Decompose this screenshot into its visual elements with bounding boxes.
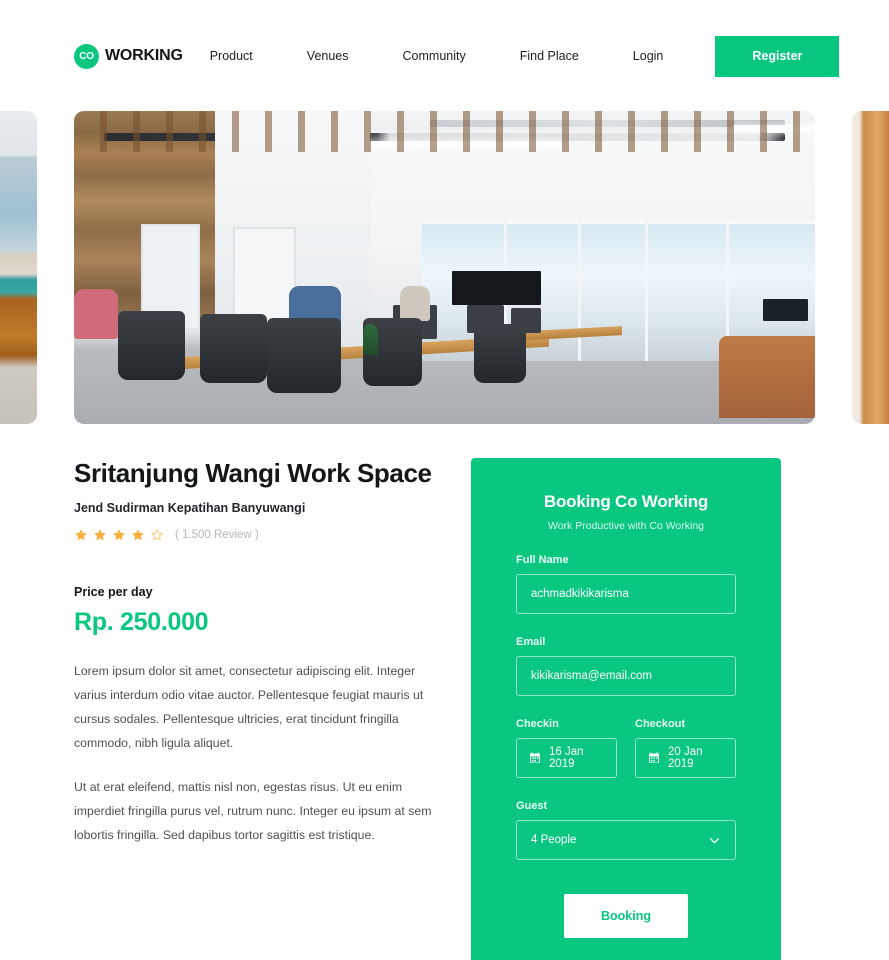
- brand-name: WORKING: [105, 47, 183, 64]
- venue-image-carousel: [0, 111, 889, 426]
- price-value: Rp. 250.000: [74, 608, 209, 637]
- nav-item-login[interactable]: Login: [606, 49, 691, 63]
- office-lounge-photo: [0, 111, 37, 424]
- person-detail: [74, 289, 119, 340]
- office-chair-detail: [199, 314, 267, 384]
- checkout-label: Checkout: [635, 718, 686, 730]
- register-button[interactable]: Register: [715, 35, 840, 77]
- office-chair-detail: [266, 317, 341, 393]
- nav-item-find-place[interactable]: Find Place: [493, 49, 606, 63]
- email-label: Email: [516, 636, 546, 648]
- ceiling-light-detail: [237, 140, 564, 149]
- rating-row: ( 1.500 Review ): [74, 528, 434, 542]
- checkout-date-picker[interactable]: 20 Jan 2019: [635, 738, 736, 778]
- checkin-field-group: Checkin 16 Jan 2019: [516, 718, 617, 778]
- wall-monitor-detail: [451, 270, 541, 306]
- venue-description-paragraph-1: Lorem ipsum dolor sit amet, consectetur …: [74, 664, 424, 751]
- wooden-interior-photo: [852, 111, 889, 424]
- fullname-field-group: Full Name: [516, 554, 736, 614]
- booking-submit-button[interactable]: Booking: [564, 894, 688, 938]
- guest-selected-value: 4 People: [531, 834, 577, 846]
- ceiling-light-secondary-detail: [733, 125, 815, 132]
- glass-mullion-detail: [644, 220, 648, 362]
- booking-form-subtitle: Work Productive with Co Working: [548, 520, 704, 532]
- office-chair-detail: [118, 311, 186, 381]
- site-header: CO WORKING Product Venues Community Find…: [0, 0, 889, 112]
- page-title: Sritanjung Wangi Work Space: [74, 458, 432, 488]
- star-filled-icon: [113, 529, 125, 541]
- checkout-date-value: 20 Jan 2019: [668, 746, 703, 770]
- carousel-prev-image[interactable]: [0, 111, 37, 424]
- star-empty-icon: [150, 528, 164, 541]
- leather-sofa-detail: [718, 336, 815, 418]
- price-label: Price per day: [74, 585, 153, 600]
- guest-select[interactable]: 4 People: [516, 820, 736, 860]
- nav-item-community[interactable]: Community: [376, 49, 493, 63]
- wall-monitor-secondary-detail: [763, 298, 808, 321]
- coworking-open-office-photo: [74, 111, 815, 424]
- carousel-main-image[interactable]: [74, 111, 815, 424]
- email-field-group: Email: [516, 636, 736, 696]
- booking-form-title: Booking Co Working: [543, 492, 709, 511]
- person-detail: [400, 286, 430, 321]
- ceiling-pipe-detail: [103, 132, 786, 141]
- venue-address: Jend Sudirman Kepatihan Banyuwangi: [74, 501, 306, 516]
- calendar-icon: [649, 752, 659, 763]
- email-input[interactable]: [516, 656, 736, 696]
- date-range-group: Checkin 16 Jan 2019 Checkout 20 Jan 2019: [516, 718, 736, 778]
- star-filled-icon: [75, 529, 87, 541]
- logo-circle-icon: CO: [74, 43, 99, 69]
- venue-details: Sritanjung Wangi Work Space Jend Sudirma…: [74, 458, 434, 960]
- venue-description-paragraph-2: Ut at erat eleifend, mattis nisl non, eg…: [74, 780, 432, 842]
- review-count: ( 1.500 Review ): [175, 529, 259, 542]
- star-filled-icon: [132, 529, 144, 541]
- fullname-input[interactable]: [516, 574, 736, 614]
- checkout-field-group: Checkout 20 Jan 2019: [635, 718, 736, 778]
- fullname-label: Full Name: [516, 554, 569, 566]
- star-filled-icon: [94, 529, 106, 541]
- booking-form-card: Booking Co Working Work Productive with …: [471, 458, 781, 960]
- ceiling-duct-detail: [429, 120, 786, 127]
- calendar-icon: [530, 752, 540, 763]
- checkin-label: Checkin: [516, 718, 559, 730]
- chevron-down-icon: [710, 837, 719, 843]
- guest-field-group: Guest 4 People: [516, 800, 736, 860]
- nav-item-product[interactable]: Product: [183, 49, 280, 63]
- potted-plant-detail: [362, 323, 378, 356]
- checkin-date-value: 16 Jan 2019: [549, 746, 584, 770]
- nav-item-venues[interactable]: Venues: [280, 49, 376, 63]
- guest-label: Guest: [516, 800, 548, 812]
- office-chair-detail: [474, 323, 526, 384]
- main-navigation: Product Venues Community Find Place Logi…: [183, 35, 840, 77]
- carousel-next-image[interactable]: [852, 111, 889, 424]
- checkin-date-picker[interactable]: 16 Jan 2019: [516, 738, 617, 778]
- glass-mullion-detail: [577, 220, 581, 362]
- brand-logo[interactable]: CO WORKING: [74, 43, 183, 69]
- page-content: Sritanjung Wangi Work Space Jend Sudirma…: [0, 458, 889, 960]
